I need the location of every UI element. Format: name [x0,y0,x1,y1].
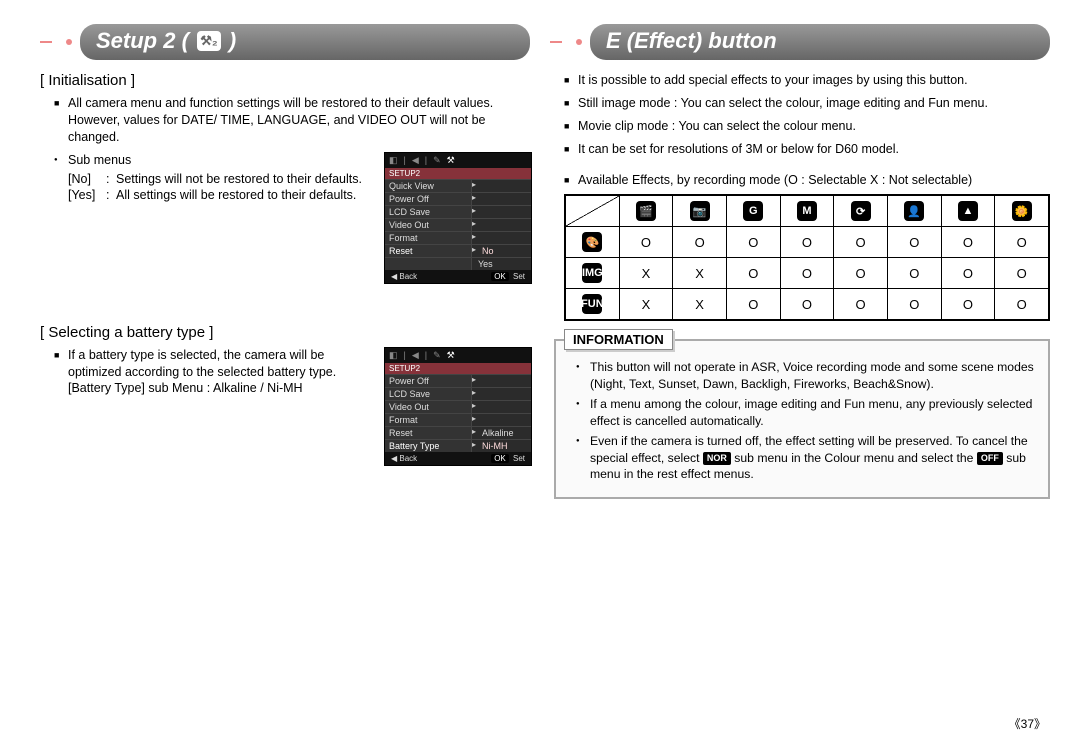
submenus-label: Sub menus [54,152,374,169]
mode-icon-g: G [743,201,763,221]
mode-icon-camera: 📷 [690,201,710,221]
submenu-values: [No]:Settings will not be restored to th… [68,171,374,205]
off-chip: OFF [977,452,1003,464]
initialisation-heading: [ Initialisation ] [40,72,530,89]
info-item: This button will not operate in ASR, Voi… [576,359,1038,392]
information-title: INFORMATION [564,329,673,350]
info-item: Even if the camera is turned off, the ef… [576,433,1038,482]
effects-table: 🎬 📷 G M ⟳ 👤 ▲ 🌼 🎨 OOOOOOOO IMG XXOOOOOO … [564,194,1050,321]
header-text: Setup 2 ( [96,28,189,54]
row-icon-colour: 🎨 [582,232,602,252]
mode-icon-m: M [797,201,817,221]
fx-bullet: Still image mode : You can select the co… [564,95,1050,112]
lcd-screenshot-reset: ◧|◀|✎⚒ SETUP2 Quick View▸ Power Off▸ LCD… [384,152,530,284]
page-number: 《37》 [1009,715,1046,732]
right-column: E (Effect) button It is possible to add … [550,24,1050,499]
setup2-icon: ⚒₂ [197,31,221,51]
info-item: If a menu among the colour, image editin… [576,396,1038,429]
fx-bullet: It can be set for resolutions of 3M or b… [564,141,1050,158]
section-header-setup2: Setup 2 ( ⚒₂ ) [40,24,530,60]
header-close: ) [229,28,236,54]
initialisation-description: All camera menu and function settings wi… [40,95,530,146]
battery-desc: If a battery type is selected, the camer… [54,347,374,398]
left-column: Setup 2 ( ⚒₂ ) [ Initialisation ] All ca… [40,24,530,499]
nor-chip: NOR [703,452,731,464]
lcd-screenshot-battery: ◧|◀|✎⚒ SETUP2 Power Off▸ LCD Save▸ Video… [384,347,530,466]
mode-icon-portrait: 👤 [904,201,924,221]
table-diagonal-header [565,195,619,227]
mode-icon-asr: ⟳ [851,201,871,221]
header-text-effect: E (Effect) button [606,28,777,54]
row-icon-image-edit: IMG [582,263,602,283]
row-icon-fun: FUN [582,294,602,314]
init-desc-text: All camera menu and function settings wi… [54,95,530,146]
fx-legend: Available Effects, by recording mode (O … [564,172,1050,189]
section-header-effect: E (Effect) button [550,24,1050,60]
fx-bullet: It is possible to add special effects to… [564,72,1050,89]
battery-type-heading: [ Selecting a battery type ] [40,324,530,341]
mode-icon-flower: 🌼 [1012,201,1032,221]
fx-bullet: Movie clip mode : You can select the col… [564,118,1050,135]
mode-icon-movie: 🎬 [636,201,656,221]
mode-icon-scene: ▲ [958,201,978,221]
information-box: INFORMATION This button will not operate… [554,339,1050,498]
